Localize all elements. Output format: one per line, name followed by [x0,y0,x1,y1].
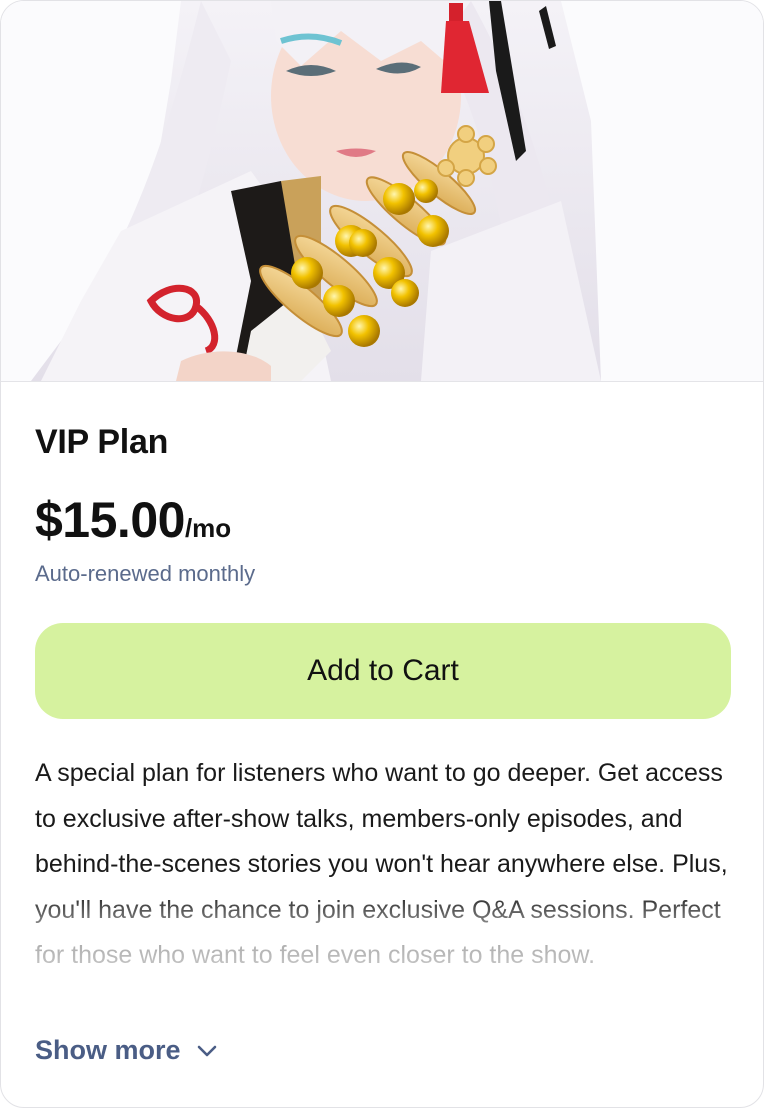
price-row: $15.00/mo [35,491,231,549]
product-image [1,1,763,382]
price-period: /mo [184,513,232,543]
show-more-label: Show more [35,1035,181,1065]
plan-description: A special plan for listeners who want to… [35,759,728,970]
product-card: VIP Plan $15.00/mo Auto-renewed monthly … [0,0,764,1108]
chevron-down-icon [197,1045,216,1056]
plan-title: VIP Plan [35,423,169,461]
add-to-cart-button[interactable]: Add to Cart [35,623,731,719]
renewal-note: Auto-renewed monthly [35,561,256,586]
price-amount: $15.00 [35,492,185,548]
description-container: A special plan for listeners who want to… [35,751,731,1009]
cosplay-photo [1,1,763,381]
show-more-button[interactable]: Show more [35,1035,219,1066]
